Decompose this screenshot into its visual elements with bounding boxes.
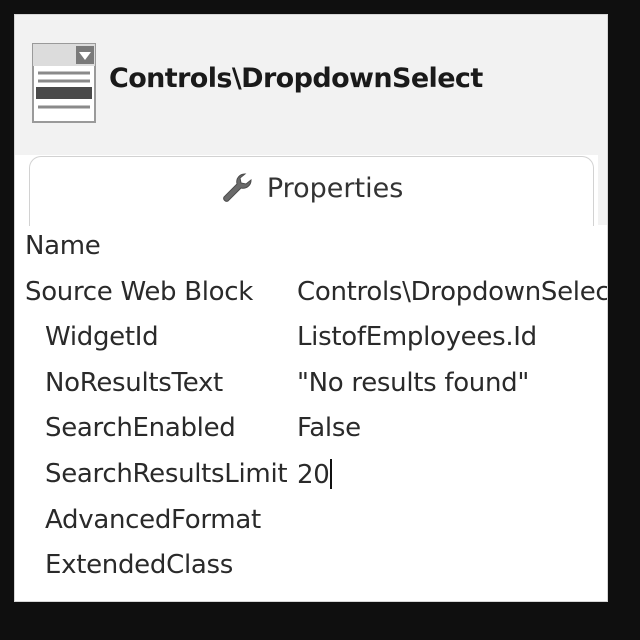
property-name: AdvancedFormat	[45, 504, 261, 535]
text-caret	[330, 458, 333, 489]
property-row-extendedclass[interactable]: ExtendedClass	[15, 544, 607, 590]
tab-properties-label: Properties	[266, 172, 404, 204]
property-row-name[interactable]: Name	[15, 225, 607, 271]
property-row-widgetid[interactable]: WidgetId ListofEmployees.Id	[15, 316, 607, 362]
dropdown-widget-icon	[32, 43, 96, 123]
property-row-source-web-block[interactable]: Source Web Block Controls\DropdownSelect	[15, 271, 607, 317]
property-name: ExtendedClass	[45, 550, 233, 581]
panel-title: Controls\DropdownSelect	[109, 63, 483, 94]
property-name: SearchEnabled	[45, 413, 236, 444]
property-name: SearchResultsLimit	[45, 458, 288, 489]
panel-header: Controls\DropdownSelect	[15, 15, 607, 155]
property-value[interactable]: False	[297, 413, 361, 443]
property-name: WidgetId	[45, 322, 159, 353]
property-row-noresultstext[interactable]: NoResultsText "No results found"	[15, 362, 607, 408]
property-name: Source Web Block	[25, 276, 254, 307]
property-value-input[interactable]: 20	[297, 458, 333, 490]
property-row-searchresultslimit[interactable]: SearchResultsLimit 20	[15, 453, 607, 499]
property-value[interactable]: "No results found"	[297, 368, 529, 398]
tab-properties[interactable]: Properties	[29, 156, 594, 226]
wrench-icon	[222, 173, 252, 202]
property-value-text: 20	[297, 459, 330, 490]
property-row-advancedformat[interactable]: AdvancedFormat	[15, 499, 607, 545]
header-edge	[598, 155, 607, 225]
property-value[interactable]: Controls\DropdownSelect	[297, 277, 607, 307]
properties-panel: Controls\DropdownSelect Properties Name …	[14, 14, 608, 602]
property-grid: Name Source Web Block Controls\DropdownS…	[15, 225, 607, 590]
property-name: Name	[25, 231, 101, 261]
property-value[interactable]: ListofEmployees.Id	[297, 322, 537, 352]
property-row-searchenabled[interactable]: SearchEnabled False	[15, 407, 607, 453]
property-name: NoResultsText	[45, 367, 223, 398]
